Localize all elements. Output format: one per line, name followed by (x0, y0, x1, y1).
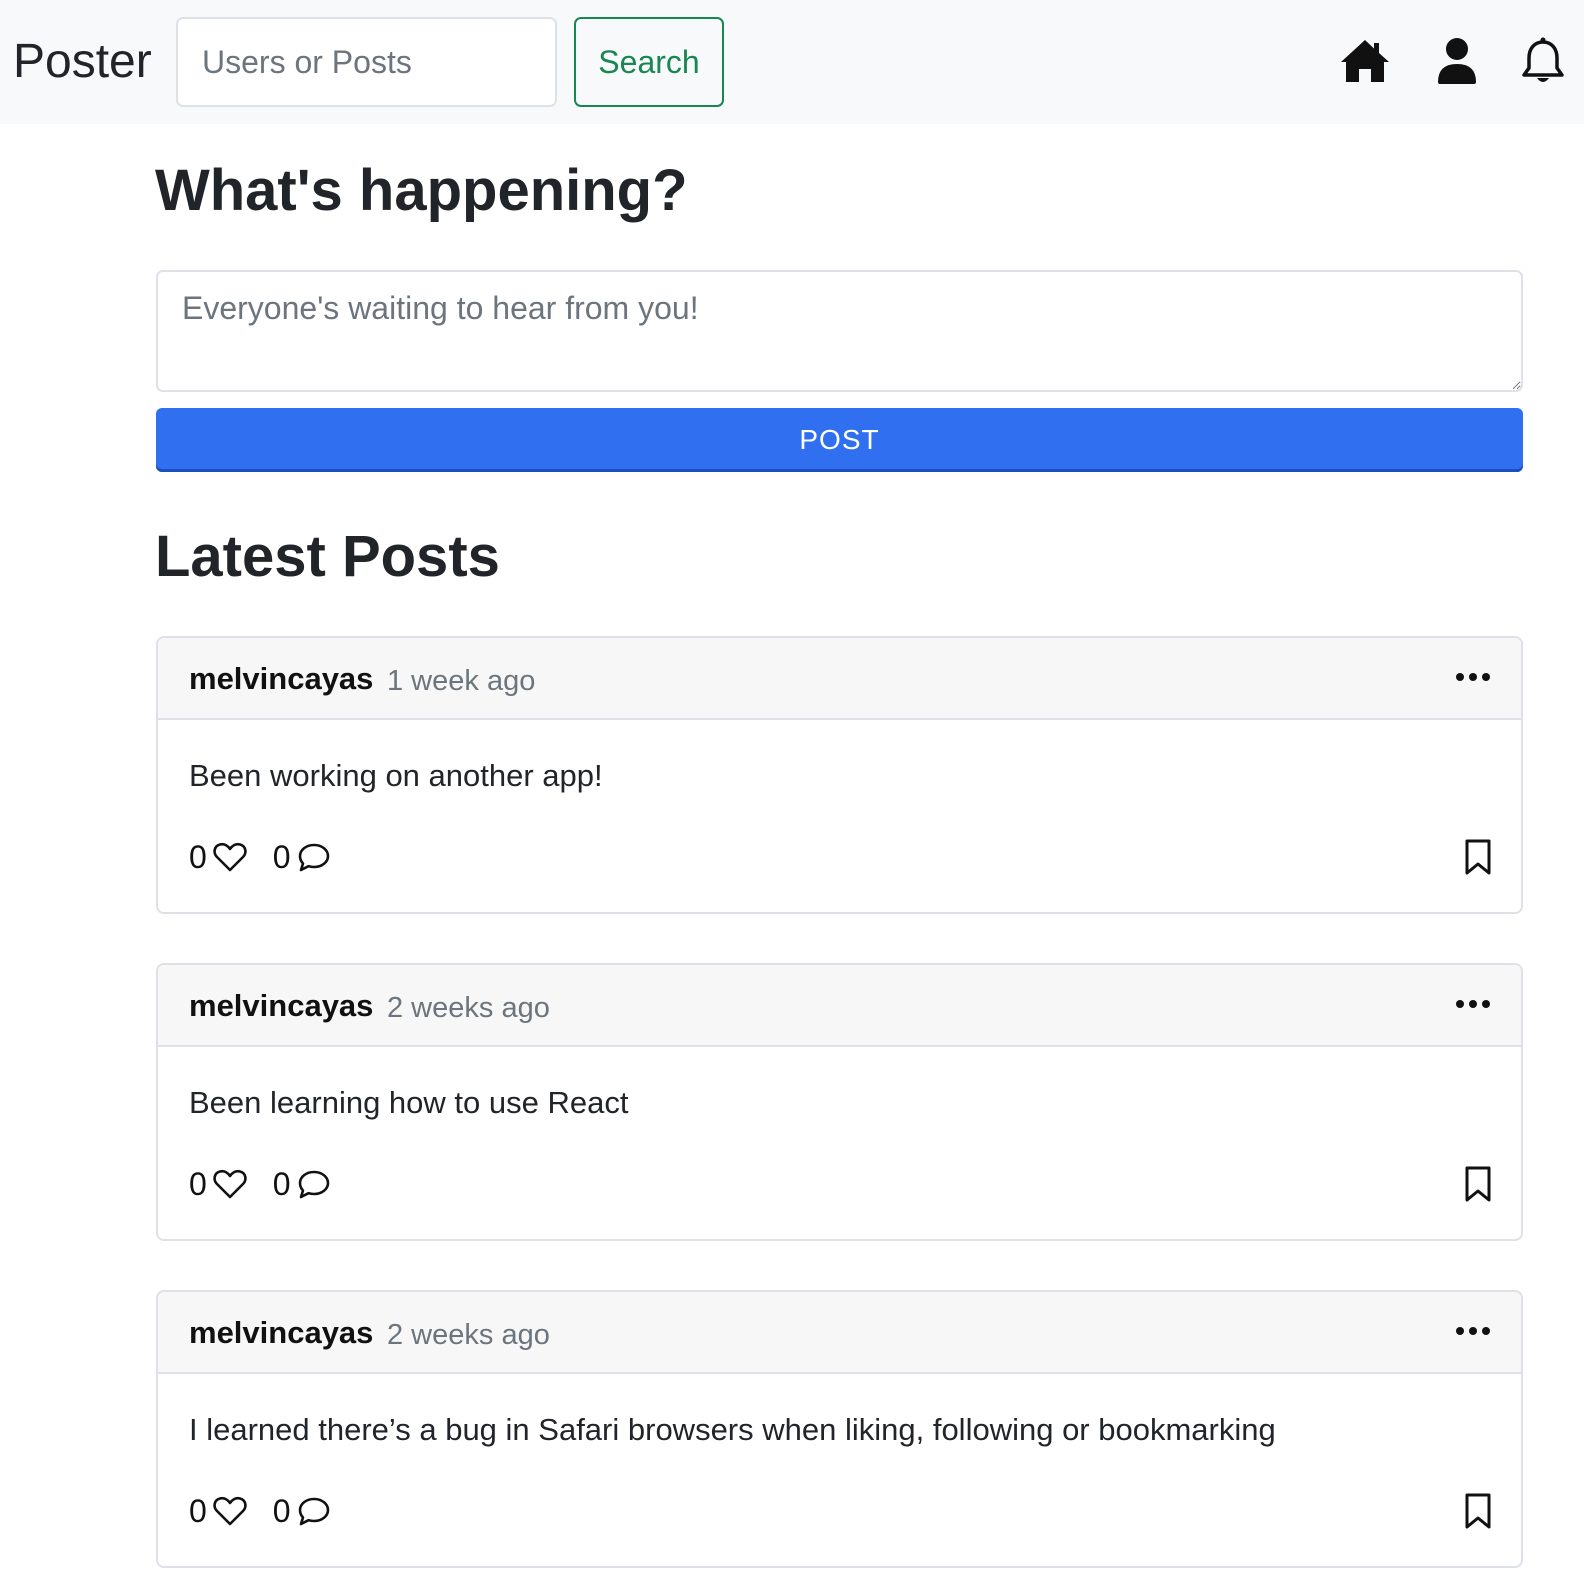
heart-icon[interactable] (213, 840, 247, 874)
like-count: 0 (189, 839, 207, 875)
like-button[interactable]: 0 (189, 1164, 247, 1204)
comment-button[interactable]: 0 (273, 1164, 331, 1204)
post-header: melvincayas 2 weeks ago (158, 1292, 1521, 1374)
brand-logo[interactable]: Poster (13, 34, 152, 90)
bookmark-icon[interactable] (1463, 838, 1493, 876)
comment-button[interactable]: 0 (273, 1491, 331, 1531)
post-actions: 0 0 (189, 1163, 331, 1205)
comment-button[interactable]: 0 (273, 837, 331, 877)
comment-icon[interactable] (297, 840, 331, 874)
heart-icon[interactable] (213, 1167, 247, 1201)
post-username[interactable]: melvincayas (189, 987, 373, 1025)
post-button[interactable]: POST (156, 408, 1523, 472)
like-button[interactable]: 0 (189, 1491, 247, 1531)
post-header: melvincayas 2 weeks ago (158, 965, 1521, 1047)
more-options-icon[interactable] (1455, 1320, 1491, 1342)
post-username[interactable]: melvincayas (189, 660, 373, 698)
bookmark-icon[interactable] (1463, 1492, 1493, 1530)
bell-icon[interactable] (1516, 36, 1570, 86)
feed-title: Latest Posts (155, 524, 500, 589)
post-username[interactable]: melvincayas (189, 1314, 373, 1352)
post-body: I learned there’s a bug in Safari browse… (189, 1412, 1276, 1447)
post-card: melvincayas 2 weeks ago I learned there’… (156, 1290, 1523, 1568)
user-icon[interactable] (1430, 36, 1484, 86)
comment-count: 0 (272, 1493, 291, 1529)
post-timestamp: 1 week ago (387, 665, 536, 697)
comment-count: 0 (272, 1166, 291, 1202)
post-timestamp: 2 weeks ago (387, 1319, 550, 1351)
like-button[interactable]: 0 (189, 837, 247, 877)
more-options-icon[interactable] (1455, 993, 1491, 1015)
post-body: Been working on another app! (189, 758, 603, 793)
post-header: melvincayas 1 week ago (158, 638, 1521, 720)
bookmark-icon[interactable] (1463, 1165, 1493, 1203)
post-actions: 0 0 (189, 836, 331, 878)
heart-icon[interactable] (213, 1494, 247, 1528)
search-button[interactable]: Search (574, 17, 724, 107)
compose-textarea[interactable] (156, 270, 1523, 392)
search-input[interactable] (176, 17, 557, 107)
post-actions: 0 0 (189, 1490, 331, 1532)
post-card: melvincayas 2 weeks ago Been learning ho… (156, 963, 1523, 1241)
home-icon[interactable] (1338, 36, 1392, 86)
post-timestamp: 2 weeks ago (387, 992, 550, 1024)
like-count: 0 (189, 1493, 207, 1529)
post-card: melvincayas 1 week ago Been working on a… (156, 636, 1523, 914)
comment-icon[interactable] (297, 1167, 331, 1201)
comment-count: 0 (272, 839, 291, 875)
like-count: 0 (189, 1166, 207, 1202)
more-options-icon[interactable] (1455, 666, 1491, 688)
navbar: Poster Search (0, 0, 1584, 124)
comment-icon[interactable] (297, 1494, 331, 1528)
post-body: Been learning how to use React (189, 1085, 629, 1120)
compose-title: What's happening? (155, 158, 688, 223)
